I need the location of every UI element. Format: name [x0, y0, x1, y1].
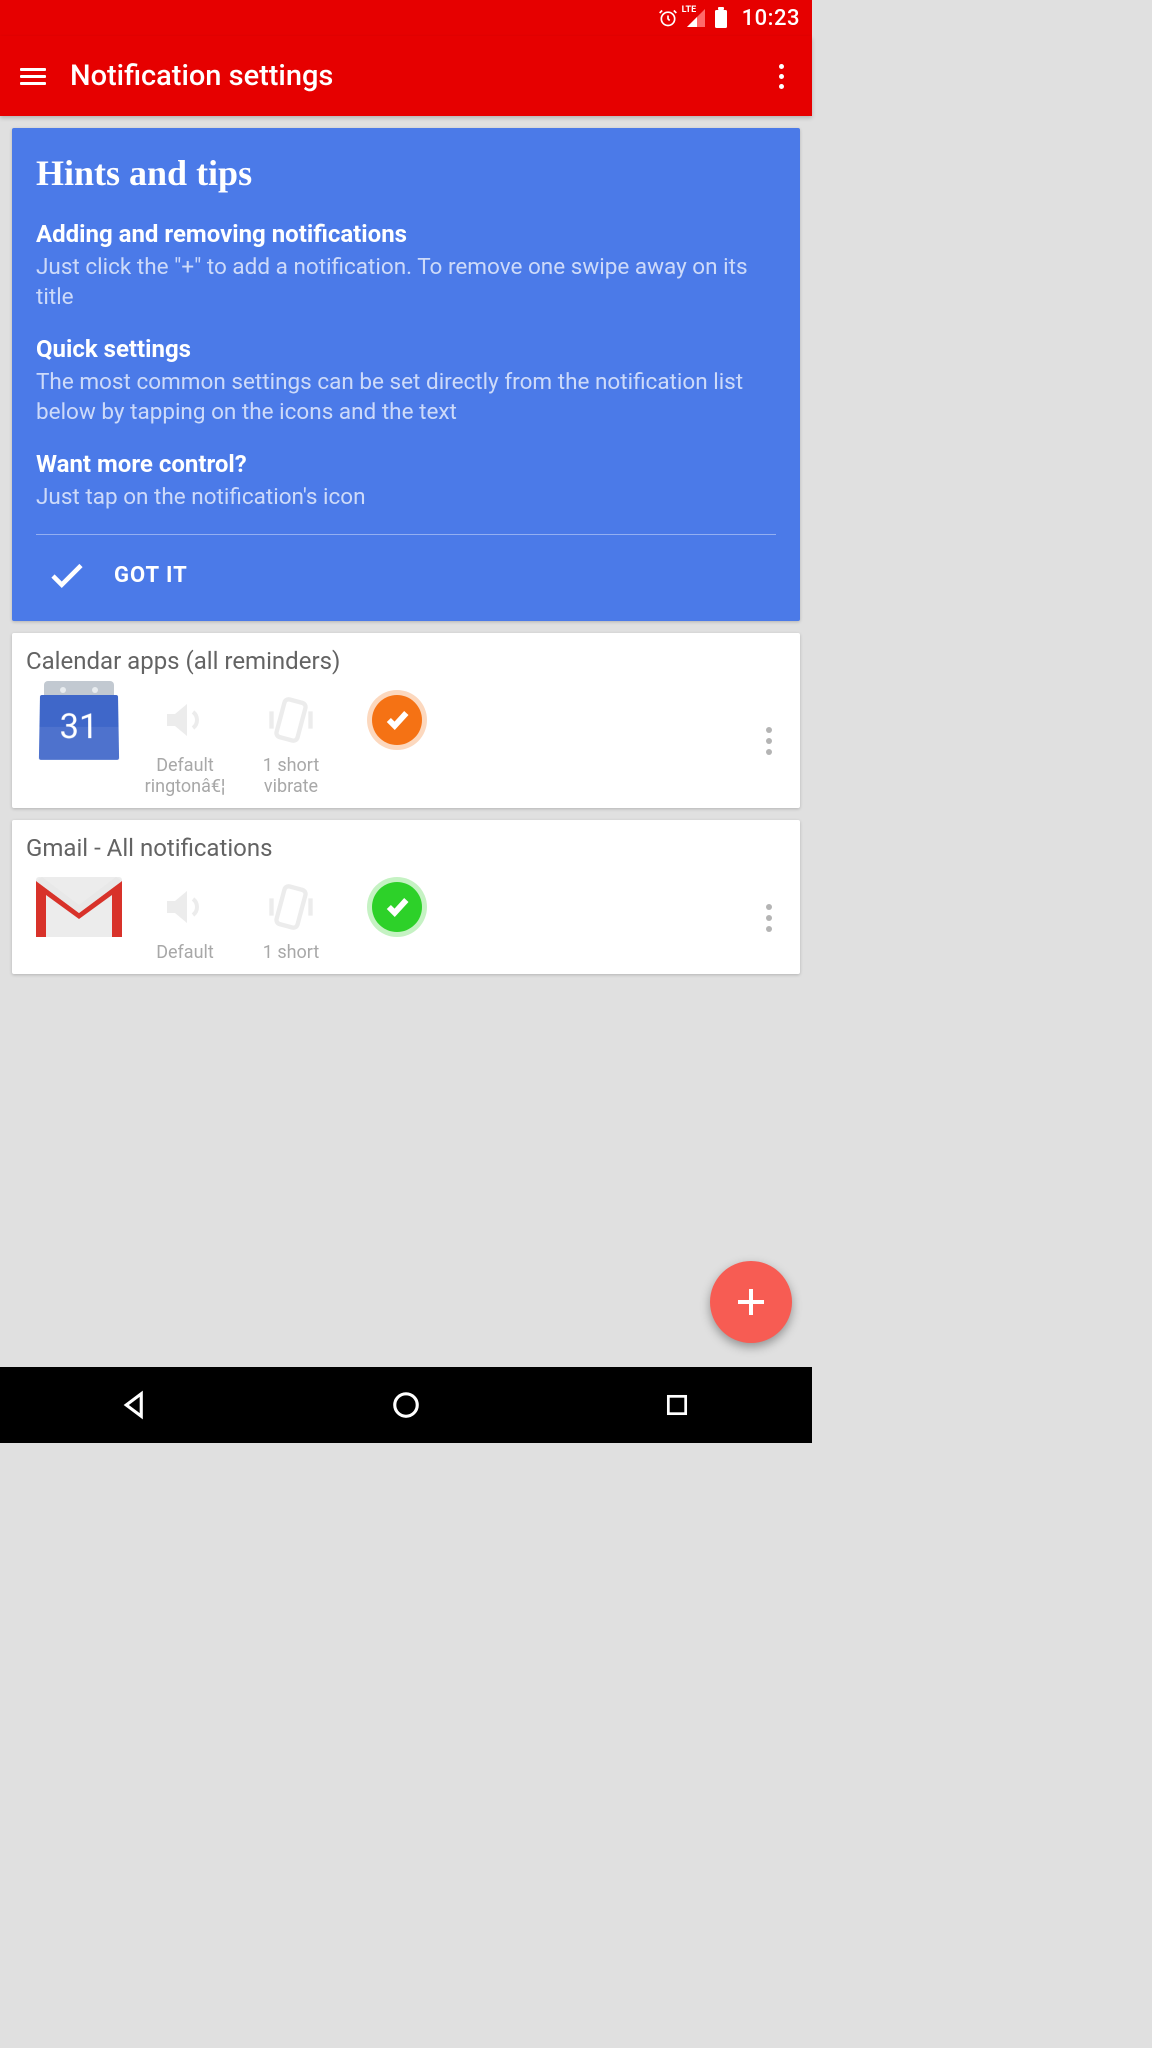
- overflow-menu-icon[interactable]: [771, 56, 792, 97]
- vibrate-col[interactable]: 1 short: [238, 872, 344, 964]
- ringtone-col[interactable]: Default ringtonâ€¦: [132, 685, 238, 798]
- check-icon: [46, 555, 88, 597]
- app-icon-col[interactable]: [26, 872, 132, 942]
- page-title: Notification settings: [70, 59, 747, 93]
- hint-body: The most common settings can be set dire…: [36, 367, 776, 428]
- ringtone-label: Default ringtonâ€¦: [140, 755, 230, 798]
- home-button[interactable]: [388, 1387, 424, 1423]
- plus-icon: [738, 1289, 764, 1315]
- vibrate-icon: [265, 694, 317, 746]
- ringtone-col[interactable]: Default: [132, 872, 238, 964]
- card-overflow-icon[interactable]: [752, 884, 786, 952]
- card-title[interactable]: Calendar apps (all reminders): [26, 647, 786, 675]
- hint-body: Just tap on the notification's icon: [36, 482, 776, 512]
- battery-icon: [714, 7, 728, 29]
- add-notification-fab[interactable]: [710, 1261, 792, 1343]
- notification-card-gmail[interactable]: Gmail - All notifications Default: [12, 820, 800, 974]
- gmail-icon[interactable]: [36, 877, 122, 937]
- lte-signal-icon: LTE: [686, 8, 706, 28]
- hints-title: Hints and tips: [36, 152, 776, 194]
- recent-apps-button[interactable]: [659, 1387, 695, 1423]
- calendar-icon[interactable]: 31: [40, 681, 118, 759]
- vibrate-label: 1 short vibrate: [246, 755, 336, 798]
- hint-sub: Adding and removing notifications: [36, 220, 776, 248]
- content-area: Hints and tips Adding and removing notif…: [0, 116, 812, 974]
- vibrate-col[interactable]: 1 short vibrate: [238, 685, 344, 798]
- speaker-icon: [161, 883, 209, 931]
- hint-sub: Quick settings: [36, 335, 776, 363]
- alarm-icon: [658, 8, 678, 28]
- got-it-button[interactable]: GOT IT: [36, 535, 776, 607]
- vibrate-icon: [265, 881, 317, 933]
- got-it-label: GOT IT: [114, 563, 188, 588]
- enabled-badge-icon[interactable]: [372, 695, 422, 745]
- navigation-bar: [0, 1367, 812, 1443]
- vibrate-label: 1 short: [263, 942, 319, 964]
- speaker-icon: [161, 696, 209, 744]
- back-button[interactable]: [117, 1387, 153, 1423]
- hint-body: Just click the "+" to add a notification…: [36, 252, 776, 313]
- card-title[interactable]: Gmail - All notifications: [26, 834, 786, 862]
- enabled-badge-col[interactable]: [344, 685, 450, 755]
- status-time: 10:23: [742, 6, 800, 31]
- app-icon-col[interactable]: 31: [26, 685, 132, 755]
- notification-card-calendar[interactable]: Calendar apps (all reminders) 31 Default…: [12, 633, 800, 808]
- ringtone-label: Default: [156, 942, 214, 964]
- menu-icon[interactable]: [20, 68, 46, 85]
- hint-sub: Want more control?: [36, 450, 776, 478]
- status-bar: LTE 10:23: [0, 0, 812, 36]
- enabled-badge-icon[interactable]: [372, 882, 422, 932]
- hints-card: Hints and tips Adding and removing notif…: [12, 128, 800, 621]
- card-overflow-icon[interactable]: [752, 707, 786, 775]
- app-bar: Notification settings: [0, 36, 812, 116]
- enabled-badge-col[interactable]: [344, 872, 450, 942]
